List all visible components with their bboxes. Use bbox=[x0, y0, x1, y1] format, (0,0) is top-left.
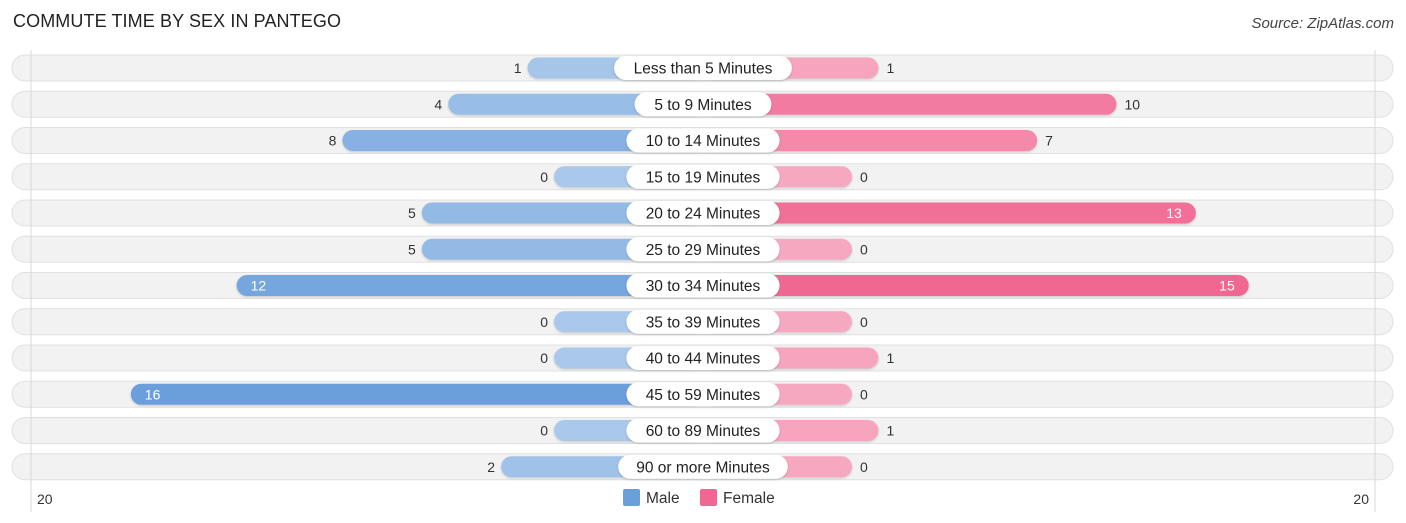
value-label-male: 0 bbox=[540, 423, 548, 439]
value-label-female: 7 bbox=[1045, 133, 1053, 149]
category-label: 5 to 9 Minutes bbox=[654, 97, 752, 114]
legend-swatch-female bbox=[700, 489, 717, 506]
legend: Male Female bbox=[623, 489, 775, 507]
labels-layer: Less than 5 Minutes1 15 to 9 Minutes4 1010… bbox=[145, 56, 1235, 479]
value-label-male: 4 bbox=[434, 96, 442, 112]
diverging-bar-chart: Less than 5 Minutes1 15 to 9 Minutes4 1010… bbox=[11, 50, 1394, 512]
value-label-male: 16 bbox=[145, 386, 161, 402]
value-label-female: 0 bbox=[860, 459, 868, 475]
bar-female bbox=[703, 275, 1249, 296]
value-label-male: 1 bbox=[514, 60, 522, 76]
category-label: 10 to 14 Minutes bbox=[646, 133, 761, 150]
axis-left-label: 20 bbox=[37, 491, 53, 507]
value-label-female: 1 bbox=[886, 423, 894, 439]
value-label-male: 0 bbox=[540, 350, 548, 366]
value-label-male: 0 bbox=[540, 169, 548, 185]
value-label-female: 13 bbox=[1166, 205, 1182, 221]
bar-male bbox=[130, 383, 704, 405]
value-label-male: 5 bbox=[408, 241, 416, 257]
category-label: 20 to 24 Minutes bbox=[646, 206, 761, 223]
value-label-female: 0 bbox=[860, 386, 868, 402]
row-tracks bbox=[11, 54, 1394, 481]
legend-label-male: Male bbox=[646, 490, 680, 507]
category-label: 90 or more Minutes bbox=[636, 459, 770, 476]
category-label: 60 to 89 Minutes bbox=[646, 423, 761, 440]
value-label-female: 15 bbox=[1219, 278, 1235, 294]
axis-right-label: 20 bbox=[1353, 491, 1369, 507]
value-label-female: 10 bbox=[1125, 96, 1141, 112]
category-label: 25 to 29 Minutes bbox=[646, 242, 761, 259]
value-label-male: 12 bbox=[251, 278, 267, 294]
bars-layer bbox=[130, 57, 1249, 478]
value-label-female: 1 bbox=[886, 350, 894, 366]
legend-swatch-male bbox=[623, 489, 640, 506]
value-label-male: 5 bbox=[408, 205, 416, 221]
value-label-female: 0 bbox=[860, 314, 868, 330]
value-label-male: 2 bbox=[487, 459, 495, 475]
category-label: 40 to 44 Minutes bbox=[646, 351, 761, 368]
category-label: 35 to 39 Minutes bbox=[646, 314, 761, 331]
category-label: 15 to 19 Minutes bbox=[646, 169, 761, 186]
category-label: 45 to 59 Minutes bbox=[646, 387, 761, 404]
value-label-male: 0 bbox=[540, 314, 548, 330]
value-label-male: 8 bbox=[329, 133, 337, 149]
category-label: 30 to 34 Minutes bbox=[646, 278, 761, 295]
value-label-female: 0 bbox=[860, 169, 868, 185]
value-label-female: 1 bbox=[886, 60, 894, 76]
value-label-female: 0 bbox=[860, 241, 868, 257]
legend-label-female: Female bbox=[723, 490, 775, 507]
category-label: Less than 5 Minutes bbox=[634, 61, 773, 78]
